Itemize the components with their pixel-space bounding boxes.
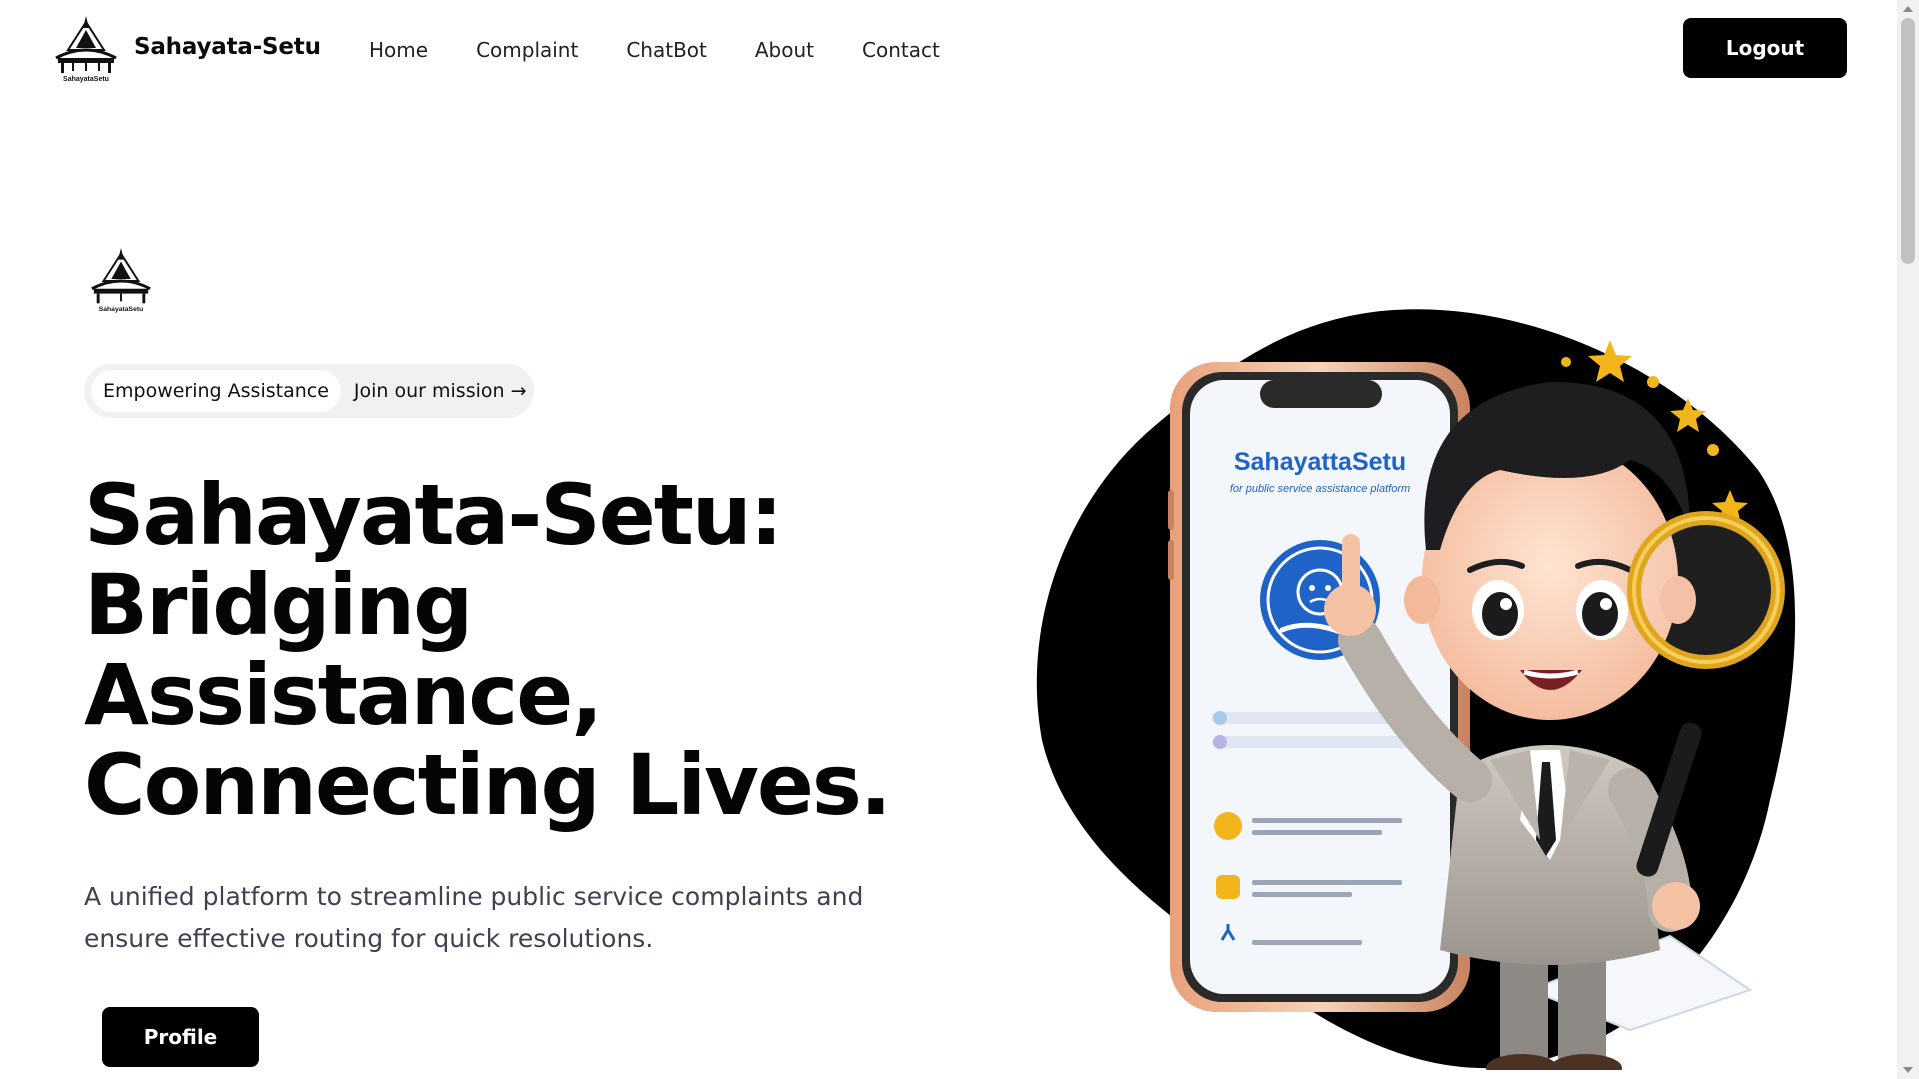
join-mission-link[interactable]: Join our mission → bbox=[354, 380, 527, 402]
phone-mockup: SahayattaSetu for public service assista… bbox=[1168, 362, 1470, 1012]
page: SahayataSetu Sahayata-Setu Home Complain… bbox=[0, 0, 1919, 1079]
profile-button[interactable]: Profile bbox=[102, 1007, 259, 1067]
brand-logo-icon[interactable]: SahayataSetu bbox=[50, 14, 122, 84]
page-scrollbar[interactable] bbox=[1897, 0, 1919, 1079]
hero-title-line-1: Sahayata-Setu: bbox=[84, 466, 783, 564]
mission-badge: Empowering Assistance Join our mission → bbox=[84, 364, 534, 418]
top-navbar: SahayataSetu Sahayata-Setu Home Complain… bbox=[0, 0, 1897, 100]
hero-title: Sahayata-Setu: Bridging Assistance, Conn… bbox=[84, 470, 904, 830]
hero-description: A unified platform to streamline public … bbox=[84, 882, 864, 953]
brand-name[interactable]: Sahayata-Setu bbox=[134, 34, 321, 60]
nav-contact[interactable]: Contact bbox=[862, 38, 940, 62]
hero-title-line-2: Bridging bbox=[84, 556, 473, 654]
hero-title-line-3: Assistance, bbox=[84, 646, 603, 744]
brand-logo-caption: SahayataSetu bbox=[63, 76, 109, 83]
scroll-up-arrow-icon[interactable] bbox=[1903, 6, 1913, 12]
hero-title-line-4: Connecting Lives. bbox=[84, 736, 892, 834]
scrollbar-thumb[interactable] bbox=[1901, 18, 1915, 264]
nav-about[interactable]: About bbox=[755, 38, 814, 62]
badge-tag: Empowering Assistance bbox=[91, 370, 341, 412]
nav-chatbot[interactable]: ChatBot bbox=[626, 38, 707, 62]
hero-logo-caption: SahayataSetu bbox=[99, 306, 144, 313]
hero-logo-icon: SahayataSetu bbox=[91, 247, 151, 313]
hero-illustration: SahayattaSetu for public service assista… bbox=[1036, 309, 1796, 1070]
nav-complaint[interactable]: Complaint bbox=[476, 38, 578, 62]
magnifying-glass bbox=[1627, 511, 1785, 669]
nav-home[interactable]: Home bbox=[369, 38, 428, 62]
main-nav: Home Complaint ChatBot About Contact bbox=[369, 38, 988, 62]
app-title: SahayattaSetu bbox=[1234, 448, 1406, 476]
scroll-down-arrow-icon[interactable] bbox=[1903, 1067, 1913, 1073]
app-subtitle: for public service assistance platform bbox=[1230, 483, 1410, 495]
logout-button[interactable]: Logout bbox=[1683, 18, 1847, 78]
